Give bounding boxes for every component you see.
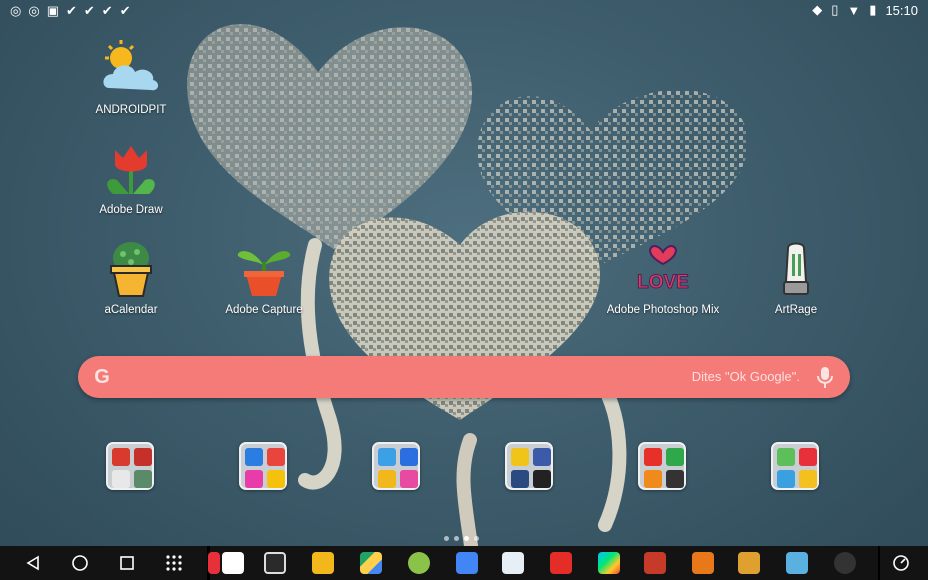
app-label: aCalendar xyxy=(104,304,158,316)
app-label: Adobe Capture xyxy=(225,304,303,316)
battery-icon: ▮ xyxy=(869,2,877,17)
cube-icon: ◆ xyxy=(812,2,823,17)
home-button[interactable] xyxy=(57,546,103,580)
paint-tube-icon xyxy=(783,242,809,295)
taskbar-app-pocket[interactable] xyxy=(222,552,244,574)
check-icon: ✔ xyxy=(83,3,95,18)
taskbar-app-calendar[interactable] xyxy=(456,552,478,574)
app-drawer-icon xyxy=(166,555,182,571)
speedometer-icon xyxy=(893,555,909,571)
taskbar-app-youtube[interactable] xyxy=(550,552,572,574)
app-label: ANDROIDPIT xyxy=(95,104,167,116)
taskbar-app-reader[interactable] xyxy=(502,552,524,574)
folder-app-icon xyxy=(533,470,551,488)
folder-app-icon xyxy=(666,470,684,488)
taskbar-menu[interactable] xyxy=(208,552,220,574)
microphone-icon[interactable] xyxy=(816,365,834,389)
folder-app-icon xyxy=(777,448,795,466)
app-adobe-capture[interactable]: Adobe Capture xyxy=(204,236,324,316)
folder-app-icon xyxy=(799,470,817,488)
home-icon xyxy=(72,555,88,571)
love-text: LOVE xyxy=(637,272,689,293)
folder-app-icon xyxy=(644,470,662,488)
app-adobe-draw[interactable]: Adobe Draw xyxy=(71,136,191,216)
folder-app-icon xyxy=(378,448,396,466)
clock: 15:10 xyxy=(885,2,918,18)
google-search-bar[interactable]: G Dites "Ok Google". xyxy=(78,356,850,398)
app-adobe-photoshop-mix[interactable]: LOVE Adobe Photoshop Mix xyxy=(603,236,723,316)
weather-sun-cloud-icon xyxy=(103,40,159,91)
cactus-pot-icon xyxy=(110,242,152,297)
check-icon: ✔ xyxy=(119,3,131,18)
app-androidpit[interactable]: ANDROIDPIT xyxy=(71,36,191,116)
folder-app-icon xyxy=(400,470,418,488)
status-bar: ◎ ◎ ▣ ✔ ✔ ✔ ✔ ◆ ▯ ▼ ▮ 15:10 xyxy=(0,0,928,22)
taskbar-app-drive[interactable] xyxy=(360,552,382,574)
image-icon: ▣ xyxy=(46,3,59,18)
folder-app-icon xyxy=(112,470,130,488)
page-indicator xyxy=(444,536,479,541)
page-dot-active xyxy=(464,536,469,541)
google-logo: G xyxy=(94,366,110,388)
taskbar-app-game-4[interactable] xyxy=(786,552,808,574)
speed-button[interactable] xyxy=(878,546,924,580)
folder-app-icon xyxy=(799,448,817,466)
sprout-pot-icon xyxy=(237,251,291,296)
folder-app-icon xyxy=(533,448,551,466)
taskbar-app-settings-gear[interactable] xyxy=(312,552,334,574)
chrome-icon: ◎ xyxy=(28,3,40,18)
back-button[interactable] xyxy=(10,546,56,580)
folder-app-icon xyxy=(666,448,684,466)
folder-app-icon xyxy=(644,448,662,466)
app-acalendar[interactable]: aCalendar xyxy=(71,236,191,316)
tulip-icon xyxy=(107,146,155,194)
folder-3[interactable] xyxy=(372,442,420,490)
page-dot xyxy=(474,536,479,541)
app-label: ArtRage xyxy=(774,304,818,316)
taskbar-app-tablet[interactable] xyxy=(264,552,286,574)
check-icon: ✔ xyxy=(101,3,113,18)
search-hint: Dites "Ok Google". xyxy=(691,369,800,384)
folder-app-icon xyxy=(777,470,795,488)
app-label: Adobe Draw xyxy=(99,204,163,216)
chrome-icon: ◎ xyxy=(10,3,22,18)
folder-app-icon xyxy=(245,448,263,466)
back-icon xyxy=(26,555,39,571)
folder-app-icon xyxy=(112,448,130,466)
recents-icon xyxy=(120,556,134,570)
recents-button[interactable] xyxy=(104,546,150,580)
taskbar xyxy=(0,546,928,580)
taskbar-app-game-3[interactable] xyxy=(738,552,760,574)
app-artrage[interactable]: ArtRage xyxy=(736,236,856,316)
folder-app-icon xyxy=(511,470,529,488)
vibrate-icon: ▯ xyxy=(831,2,839,17)
folder-app-icon xyxy=(245,470,263,488)
page-dot xyxy=(444,536,449,541)
folder-app-icon xyxy=(400,448,418,466)
folder-6[interactable] xyxy=(771,442,819,490)
folder-4[interactable] xyxy=(505,442,553,490)
taskbar-app-game-2[interactable] xyxy=(692,552,714,574)
folder-app-icon xyxy=(267,470,285,488)
taskbar-app-play-store[interactable] xyxy=(598,552,620,574)
google-g-icon: G xyxy=(94,366,110,388)
folder-1[interactable] xyxy=(106,442,154,490)
wifi-icon: ▼ xyxy=(847,2,861,18)
folder-5[interactable] xyxy=(638,442,686,490)
taskbar-app-settings[interactable] xyxy=(408,552,430,574)
folder-app-icon xyxy=(134,470,152,488)
folder-2[interactable] xyxy=(239,442,287,490)
folder-app-icon xyxy=(267,448,285,466)
taskbar-app-game-1[interactable] xyxy=(644,552,666,574)
page-dot xyxy=(454,536,459,541)
app-label: Adobe Photoshop Mix xyxy=(606,304,720,316)
folder-app-icon xyxy=(511,448,529,466)
folder-app-icon xyxy=(134,448,152,466)
taskbar-app-share[interactable] xyxy=(834,552,856,574)
app-drawer-button[interactable] xyxy=(151,546,197,580)
love-sign-icon: LOVE xyxy=(637,245,689,294)
folder-app-icon xyxy=(378,470,396,488)
check-icon: ✔ xyxy=(65,3,77,18)
